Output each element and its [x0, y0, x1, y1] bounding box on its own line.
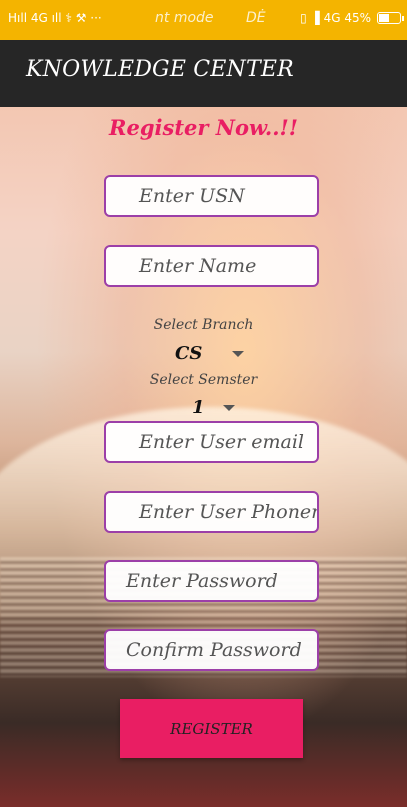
- status-bar: Hıll 4G ıll ⚕ ⚒ ··· nt mode DĖ ▯ ▐ 4G 45…: [0, 0, 407, 40]
- status-signal-text: Hıll 4G ıll ⚕ ⚒ ···: [8, 11, 102, 25]
- branch-label: Select Branch: [153, 317, 254, 333]
- password-input[interactable]: Enter Password: [104, 560, 319, 602]
- dropdown-arrow-icon: [232, 350, 245, 357]
- registration-screen: Register Now..!! Enter USN Enter Name Se…: [0, 107, 407, 807]
- semester-dropdown[interactable]: 1: [192, 397, 235, 418]
- semester-label: Select Semster: [149, 372, 258, 388]
- status-notification-text-2: DĖ: [246, 10, 266, 26]
- battery-icon: [377, 12, 404, 24]
- status-battery-text: ▯ ▐ 4G 45%: [300, 11, 371, 25]
- branch-selected-value: CS: [175, 343, 203, 364]
- status-notification-text: nt mode: [155, 10, 214, 26]
- page-heading: Register Now..!!: [109, 115, 298, 140]
- app-bar: KNOWLEDGE CENTER: [0, 40, 407, 107]
- dropdown-arrow-icon: [222, 404, 235, 411]
- email-input[interactable]: Enter User email: [104, 421, 319, 463]
- branch-dropdown[interactable]: CS: [175, 343, 245, 364]
- usn-input[interactable]: Enter USN: [104, 175, 319, 217]
- semester-selected-value: 1: [192, 397, 205, 418]
- register-button[interactable]: REGISTER: [120, 699, 303, 758]
- name-input[interactable]: Enter Name: [104, 245, 319, 287]
- phone-input[interactable]: Enter User Phoneno: [104, 491, 319, 533]
- confirm-password-input[interactable]: Confirm Password: [104, 629, 319, 671]
- app-title: KNOWLEDGE CENTER: [26, 57, 294, 82]
